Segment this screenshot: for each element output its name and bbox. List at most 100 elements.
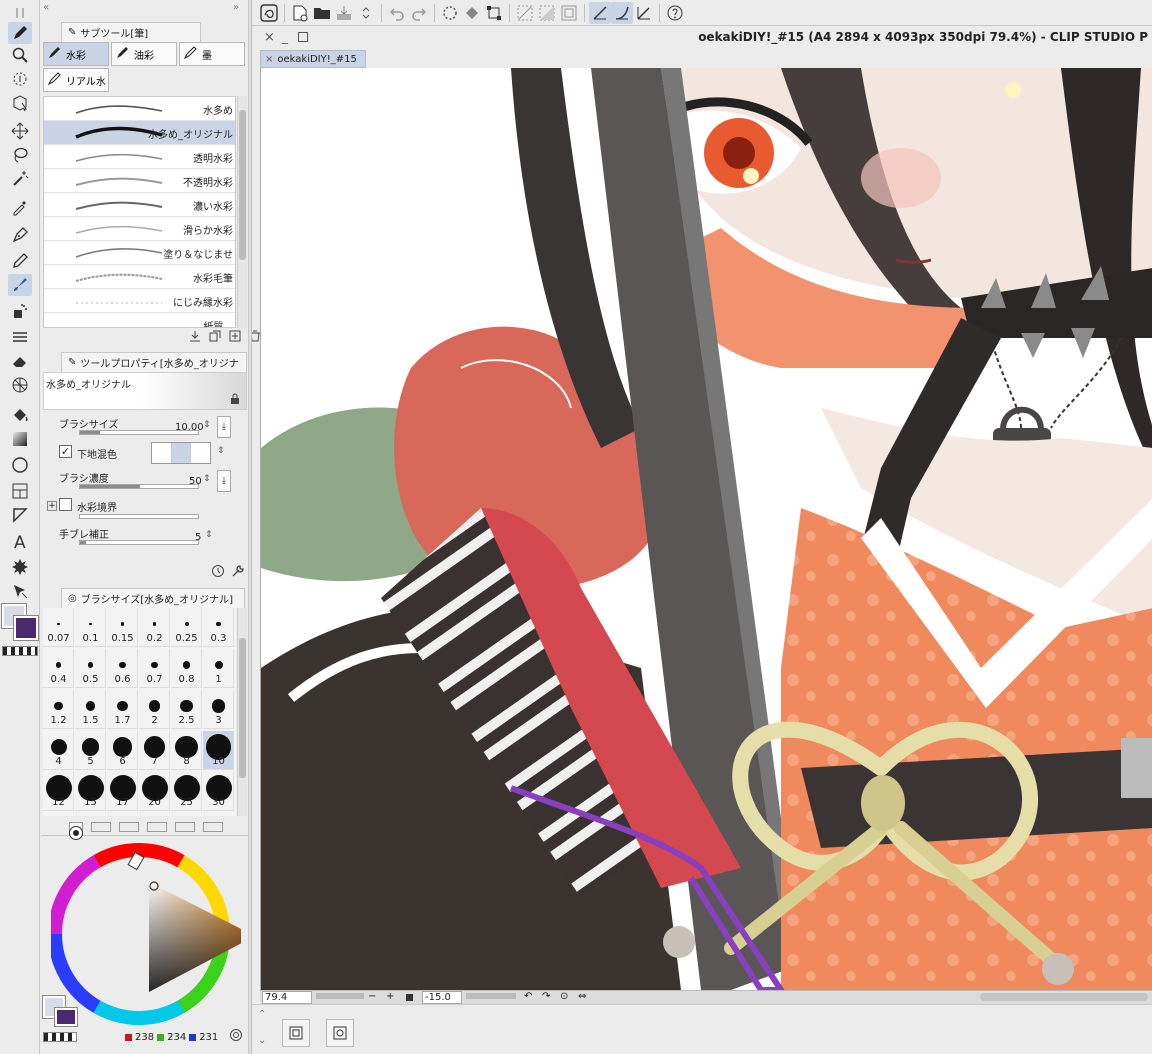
undo-icon[interactable]	[386, 2, 408, 24]
horizontal-scrollbar[interactable]	[980, 993, 1148, 1001]
reset-rotation-icon[interactable]: ⊙	[560, 991, 568, 1002]
color-set-tab[interactable]	[119, 822, 139, 832]
approximate-color-tab[interactable]	[175, 822, 195, 832]
drawing-canvas[interactable]	[260, 68, 1152, 990]
maximize-window-icon[interactable]	[298, 32, 308, 42]
decoration-tool-icon[interactable]	[8, 326, 32, 348]
figure-tool-icon[interactable]	[8, 454, 32, 476]
expand-icon[interactable]: +	[47, 501, 57, 511]
eraser-tool-icon[interactable]	[8, 350, 32, 372]
zoom-out-icon[interactable]: −	[368, 991, 376, 1002]
save-icon[interactable]	[333, 2, 355, 24]
rotation-slider[interactable]	[466, 993, 516, 999]
save-dropdown-icon[interactable]	[355, 2, 377, 24]
lock-icon[interactable]	[230, 393, 240, 407]
clear-icon[interactable]	[439, 2, 461, 24]
brush-size-cell[interactable]: 0.1	[75, 608, 106, 647]
selection-border-icon[interactable]	[558, 2, 580, 24]
density-slider[interactable]	[79, 484, 199, 489]
brush-size-cell[interactable]: 17	[107, 772, 138, 811]
brush-size-cell[interactable]: 0.2	[139, 608, 170, 647]
brush-item[interactable]: 滑らか水彩	[44, 217, 235, 241]
brush-size-cell[interactable]: 1.5	[75, 690, 106, 729]
brush-size-cell[interactable]: 10	[203, 731, 234, 770]
brush-item[interactable]: にじみ縁水彩	[44, 289, 235, 313]
brush-size-cell[interactable]: 5	[75, 731, 106, 770]
pencil-tool-icon[interactable]	[8, 250, 32, 272]
new-file-icon[interactable]	[289, 2, 311, 24]
navigator-button[interactable]	[282, 1019, 310, 1047]
blend-tool-icon[interactable]	[8, 374, 32, 396]
frame-border-tool-icon[interactable]	[8, 480, 32, 502]
invert-selection-icon[interactable]	[536, 2, 558, 24]
pressure-settings-icon[interactable]: ⤓	[217, 416, 231, 438]
brush-size-cell[interactable]: 0.15	[107, 608, 138, 647]
brush-item[interactable]: 水多め	[44, 97, 235, 121]
spin-arrows-icon[interactable]: ⇕	[203, 474, 211, 484]
close-tab-icon[interactable]: ×	[265, 54, 273, 65]
deselect-icon[interactable]	[514, 2, 536, 24]
eyedropper-tool-icon[interactable]	[8, 196, 32, 218]
balloon-tool-icon[interactable]	[8, 556, 32, 578]
document-tab[interactable]: × oekakiDIY!_#15	[260, 50, 366, 68]
subtool-panel-tab[interactable]: ✎ サブツール[筆]	[61, 22, 201, 42]
blend-mode-1-icon[interactable]	[152, 443, 172, 463]
watercolor-edge-slider[interactable]	[79, 514, 199, 519]
pen-tool-icon[interactable]	[8, 22, 32, 44]
brush-item[interactable]: 塗り＆なじませ	[44, 241, 235, 265]
collapse-up-icon[interactable]: ⌃	[258, 1009, 266, 1020]
pressure-settings-icon[interactable]: ⤓	[217, 470, 231, 492]
blend-checkbox[interactable]: ✓	[59, 445, 72, 458]
brush-size-cell[interactable]: 7	[139, 731, 170, 770]
add-icon[interactable]	[229, 330, 241, 345]
transparent-color-swatch[interactable]	[2, 646, 38, 656]
text-tool-icon[interactable]: A	[8, 530, 32, 552]
brush-size-cell[interactable]: 25	[171, 772, 202, 811]
brush-size-cell[interactable]: 0.8	[171, 649, 202, 688]
blend-mode-2-icon[interactable]	[171, 443, 192, 463]
ruler-tool-icon[interactable]	[8, 504, 32, 526]
layer-move-tool-icon[interactable]	[8, 92, 32, 114]
subtool-tab-watercolor[interactable]: 水彩	[43, 42, 109, 66]
help-icon[interactable]	[664, 2, 686, 24]
zoom-tool-icon[interactable]	[8, 44, 32, 66]
reset-icon[interactable]	[211, 564, 225, 581]
brush-size-cell[interactable]: 8	[171, 731, 202, 770]
tool-property-panel-tab[interactable]: ✎ ツールプロパティ[水多め_オリジナ	[61, 352, 247, 372]
snap-grid-icon[interactable]	[633, 2, 655, 24]
open-folder-icon[interactable]	[311, 2, 333, 24]
fill-selection-icon[interactable]	[461, 2, 483, 24]
brush-size-cell[interactable]: 0.25	[171, 608, 202, 647]
panel-divider[interactable]	[249, 0, 252, 1054]
fill-tool-icon[interactable]	[8, 404, 32, 426]
blend-mode-selector[interactable]	[151, 442, 211, 464]
brush-size-value[interactable]: 10.00	[175, 422, 204, 433]
rotate-left-icon[interactable]: ↶	[524, 991, 532, 1002]
rotate-right-icon[interactable]: ↷	[542, 991, 550, 1002]
app-logo-icon[interactable]	[258, 2, 280, 24]
zoom-slider[interactable]	[316, 993, 364, 999]
gradient-tool-icon[interactable]	[8, 428, 32, 450]
spin-arrows-icon[interactable]: ⇕	[217, 446, 225, 456]
collapse-panel-icon[interactable]	[8, 2, 32, 24]
brush-item[interactable]: 不透明水彩	[44, 169, 235, 193]
brush-size-cell[interactable]: 0.07	[43, 608, 74, 647]
brush-size-cell[interactable]: 2	[139, 690, 170, 729]
snap-ruler-icon[interactable]	[589, 1, 611, 24]
brush-size-cell[interactable]: 1.7	[107, 690, 138, 729]
brush-size-cell[interactable]: 0.5	[75, 649, 106, 688]
collapse-left-icon[interactable]: «	[43, 2, 49, 13]
brush-size-cell[interactable]: 2.5	[171, 690, 202, 729]
brush-item[interactable]: 濃い水彩	[44, 193, 235, 217]
sub-view-button[interactable]	[326, 1019, 354, 1047]
brush-size-scrollbar[interactable]	[237, 608, 247, 816]
flip-horizontal-icon[interactable]: ⇔	[578, 991, 586, 1002]
color-slider-tab[interactable]	[91, 822, 111, 832]
redo-icon[interactable]	[408, 2, 430, 24]
collapse-down-icon[interactable]: ⌄	[258, 1035, 266, 1046]
brush-item[interactable]: 透明水彩	[44, 145, 235, 169]
zoom-in-icon[interactable]: +	[386, 991, 394, 1002]
airbrush-tool-icon[interactable]	[8, 300, 32, 322]
color-settings-icon[interactable]	[229, 1028, 243, 1045]
sub-color-swatch[interactable]	[13, 615, 39, 641]
